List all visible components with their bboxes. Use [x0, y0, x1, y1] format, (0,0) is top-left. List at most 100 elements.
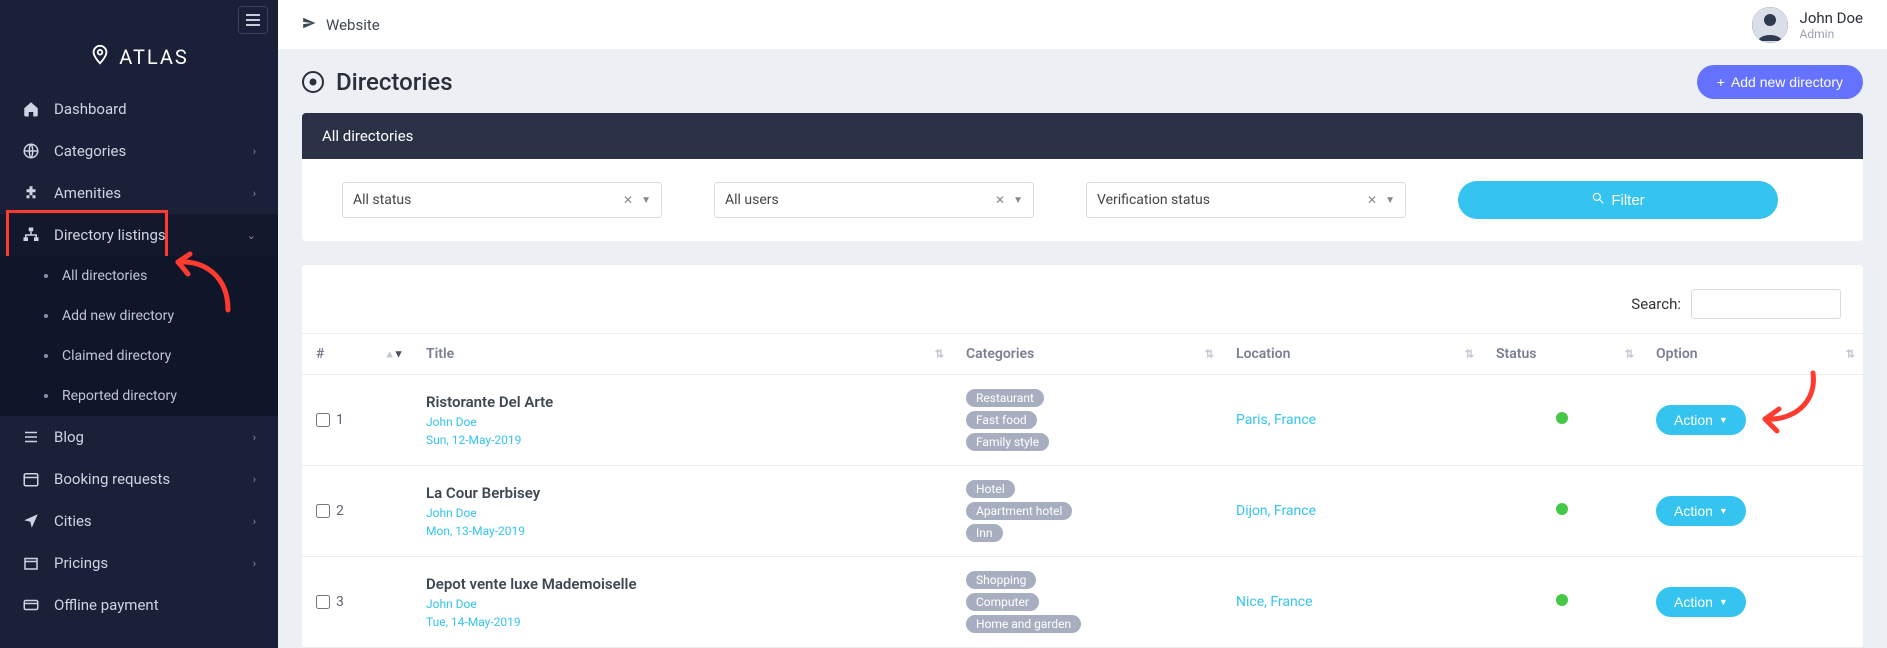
topbar: Website John Doe Admin — [278, 0, 1887, 49]
row-categories: Restaurant Fast food Family style — [952, 375, 1222, 466]
sidebar-item-label: Offline payment — [54, 596, 256, 614]
website-label: Website — [326, 16, 380, 34]
category-badge[interactable]: Computer — [966, 593, 1039, 611]
row-date: Sun, 12-May-2019 — [426, 433, 938, 447]
filter-button[interactable]: Filter — [1458, 181, 1778, 219]
sidebar-item-label: Directory listings — [54, 226, 233, 244]
verification-select-value: Verification status — [1097, 192, 1210, 208]
sidebar: ATLAS Dashboard Categories › Amenities ›… — [0, 0, 278, 648]
col-title[interactable]: Title ⇅ — [412, 334, 952, 375]
credit-card-icon — [22, 596, 40, 614]
bullet-icon — [44, 274, 48, 278]
col-categories[interactable]: Categories ⇅ — [952, 334, 1222, 375]
row-location[interactable]: Dijon, France — [1236, 503, 1316, 519]
chevron-right-icon: › — [253, 473, 256, 486]
action-button[interactable]: Action▼ — [1656, 405, 1746, 435]
sidebar-item-blog[interactable]: Blog › — [0, 416, 278, 458]
row-location[interactable]: Nice, France — [1236, 594, 1313, 610]
row-categories: Shopping Computer Home and garden — [952, 557, 1222, 648]
category-badge[interactable]: Fast food — [966, 411, 1037, 429]
panel-header: All directories — [302, 113, 1863, 159]
users-select[interactable]: All users ✕ ▼ — [714, 182, 1034, 218]
table-row: 2La Cour BerbiseyJohn DoeMon, 13-May-201… — [302, 466, 1863, 557]
clear-icon[interactable]: ✕ — [995, 193, 1005, 207]
caret-down-icon: ▼ — [1013, 195, 1023, 206]
sort-icon: ⇅ — [1465, 348, 1472, 361]
chevron-right-icon: › — [253, 187, 256, 200]
row-index: 2 — [316, 503, 398, 519]
row-checkbox[interactable] — [316, 595, 330, 609]
row-number: 3 — [336, 594, 344, 610]
col-index[interactable]: # ▲▼ — [302, 334, 412, 375]
sidebar-toggle-button[interactable] — [238, 6, 268, 34]
search-input[interactable] — [1691, 289, 1841, 319]
website-link[interactable]: Website — [302, 16, 380, 34]
row-checkbox[interactable] — [316, 413, 330, 427]
sidebar-item-offline-payment[interactable]: Offline payment — [0, 584, 278, 626]
category-badge[interactable]: Apartment hotel — [966, 502, 1072, 520]
clear-icon[interactable]: ✕ — [1367, 193, 1377, 207]
status-dot-icon — [1556, 503, 1568, 515]
sidebar-sub-all-directories[interactable]: All directories — [0, 256, 278, 296]
search-icon — [1591, 191, 1605, 209]
row-author[interactable]: John Doe — [426, 597, 938, 611]
user-menu[interactable]: John Doe Admin — [1752, 7, 1863, 43]
chevron-right-icon: › — [253, 515, 256, 528]
row-title[interactable]: Depot vente luxe Mademoiselle — [426, 575, 938, 593]
col-location[interactable]: Location ⇅ — [1222, 334, 1482, 375]
category-badge[interactable]: Home and garden — [966, 615, 1081, 633]
calendar-icon — [22, 470, 40, 488]
sort-icon: ⇅ — [935, 348, 942, 361]
action-button[interactable]: Action▼ — [1656, 496, 1746, 526]
brand[interactable]: ATLAS — [0, 40, 278, 88]
table-row: 3Depot vente luxe MademoiselleJohn DoeTu… — [302, 557, 1863, 648]
sidebar-item-amenities[interactable]: Amenities › — [0, 172, 278, 214]
page-header: Directories + Add new directory — [278, 49, 1887, 113]
col-status[interactable]: Status ⇅ — [1482, 334, 1642, 375]
hamburger-icon — [246, 19, 260, 21]
row-title[interactable]: Ristorante Del Arte — [426, 393, 938, 411]
row-checkbox[interactable] — [316, 504, 330, 518]
row-title[interactable]: La Cour Berbisey — [426, 484, 938, 502]
paper-plane-icon — [302, 16, 316, 34]
row-number: 2 — [336, 503, 344, 519]
verification-select[interactable]: Verification status ✕▼ — [1086, 182, 1406, 218]
sidebar-sub-label: Claimed directory — [62, 348, 171, 364]
sidebar-item-pricings[interactable]: Pricings › — [0, 542, 278, 584]
clear-icon[interactable]: ✕ — [623, 193, 633, 207]
chevron-down-icon: ⌄ — [247, 229, 256, 242]
users-select-value: All users — [725, 192, 779, 208]
row-location[interactable]: Paris, France — [1236, 412, 1316, 428]
add-directory-button[interactable]: + Add new directory — [1697, 65, 1863, 99]
user-name: John Doe — [1800, 9, 1863, 27]
home-icon — [22, 100, 40, 118]
caret-down-icon: ▼ — [1719, 415, 1728, 425]
status-select[interactable]: All status ✕▼ — [342, 182, 662, 218]
sidebar-item-booking[interactable]: Booking requests › — [0, 458, 278, 500]
sidebar-item-dashboard[interactable]: Dashboard — [0, 88, 278, 130]
sidebar-item-label: Blog — [54, 428, 239, 446]
col-index-label: # — [316, 346, 324, 362]
col-location-label: Location — [1236, 346, 1290, 362]
category-badge[interactable]: Family style — [966, 433, 1049, 451]
category-badge[interactable]: Inn — [966, 524, 1003, 542]
category-badge[interactable]: Shopping — [966, 571, 1036, 589]
sidebar-sub-claimed[interactable]: Claimed directory — [0, 336, 278, 376]
chevron-right-icon: › — [253, 145, 256, 158]
sitemap-icon — [22, 226, 40, 244]
category-badge[interactable]: Restaurant — [966, 389, 1044, 407]
row-author[interactable]: John Doe — [426, 415, 938, 429]
category-badge[interactable]: Hotel — [966, 480, 1015, 498]
row-author[interactable]: John Doe — [426, 506, 938, 520]
sidebar-item-label: Cities — [54, 512, 239, 530]
sidebar-item-directory-listings[interactable]: Directory listings ⌄ — [0, 214, 278, 256]
sidebar-sub-add-new[interactable]: Add new directory — [0, 296, 278, 336]
page-title: Directories — [336, 68, 453, 96]
sidebar-sub-reported[interactable]: Reported directory — [0, 376, 278, 416]
sidebar-item-cities[interactable]: Cities › — [0, 500, 278, 542]
sidebar-item-categories[interactable]: Categories › — [0, 130, 278, 172]
col-option[interactable]: Option ⇅ — [1642, 334, 1863, 375]
box-icon — [22, 554, 40, 572]
action-button[interactable]: Action▼ — [1656, 587, 1746, 617]
globe-icon — [22, 142, 40, 160]
